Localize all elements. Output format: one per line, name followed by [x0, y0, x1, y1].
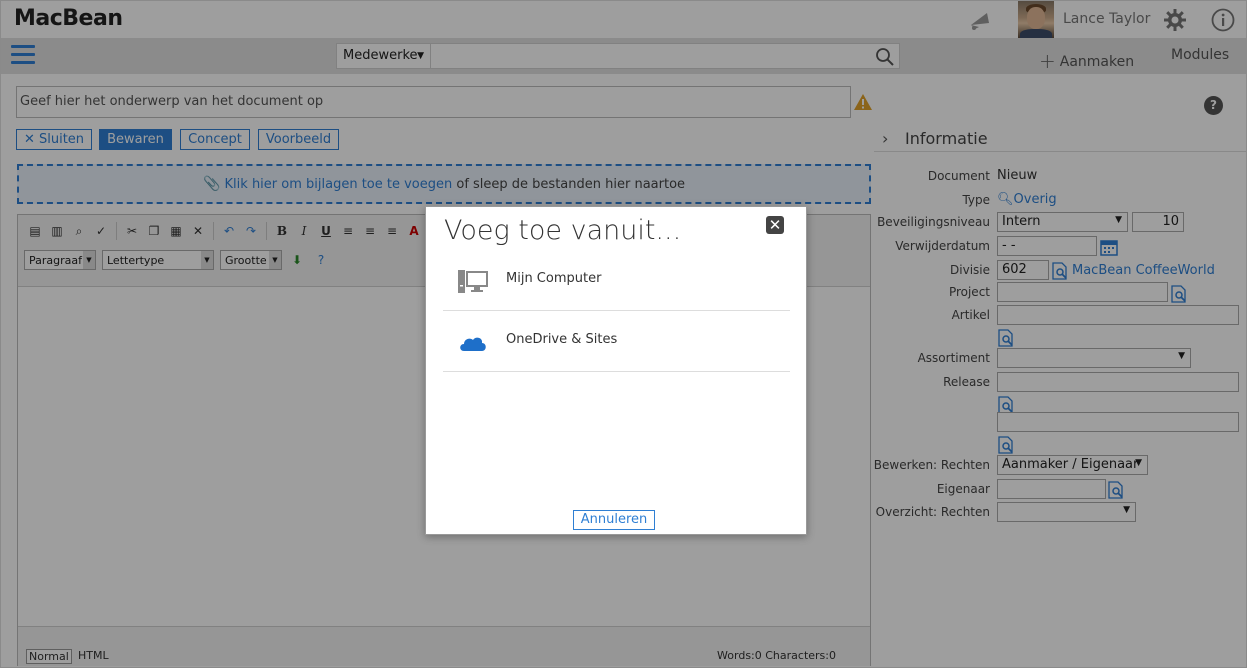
dialog-title: Voeg toe vanuit... [444, 215, 682, 246]
cloud-icon [460, 337, 486, 351]
add-from-dialog: Voeg toe vanuit... ✕ Mijn Computer OneDr… [425, 206, 807, 535]
option-my-computer[interactable]: Mijn Computer [443, 251, 790, 311]
option-onedrive[interactable]: OneDrive & Sites [443, 312, 790, 372]
option-label: Mijn Computer [506, 271, 602, 286]
option-label: OneDrive & Sites [506, 332, 618, 347]
cancel-button[interactable]: Annuleren [573, 510, 655, 530]
computer-icon [458, 270, 488, 293]
app-window: MacBean Lance Taylor Medewerke ▼ + Aanma… [0, 0, 1247, 668]
close-icon[interactable]: ✕ [766, 216, 784, 234]
